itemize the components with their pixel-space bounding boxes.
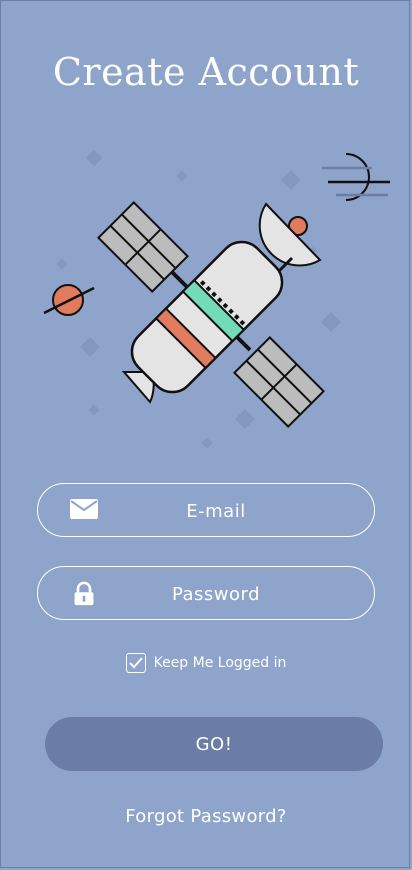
satellite-illustration	[43, 149, 390, 449]
remember-checkbox[interactable]	[125, 653, 146, 673]
check-icon	[128, 657, 143, 669]
envelope-icon	[70, 499, 98, 519]
remember-label: Keep Me Logged in	[153, 655, 287, 671]
remember-me[interactable]: Keep Me Logged in	[0, 653, 412, 673]
forgot-password-link[interactable]: Forgot Password?	[0, 806, 412, 827]
solar-panel-left	[97, 201, 189, 293]
planet-icon	[43, 284, 95, 316]
email-field[interactable]	[37, 483, 375, 538]
password-field[interactable]	[37, 566, 375, 621]
moon-icon	[322, 153, 390, 201]
password-input[interactable]	[98, 567, 334, 621]
lock-icon	[74, 581, 94, 606]
go-button[interactable]: GO!	[45, 717, 383, 771]
email-input[interactable]	[98, 484, 334, 538]
page-title: Create Account	[52, 50, 360, 94]
